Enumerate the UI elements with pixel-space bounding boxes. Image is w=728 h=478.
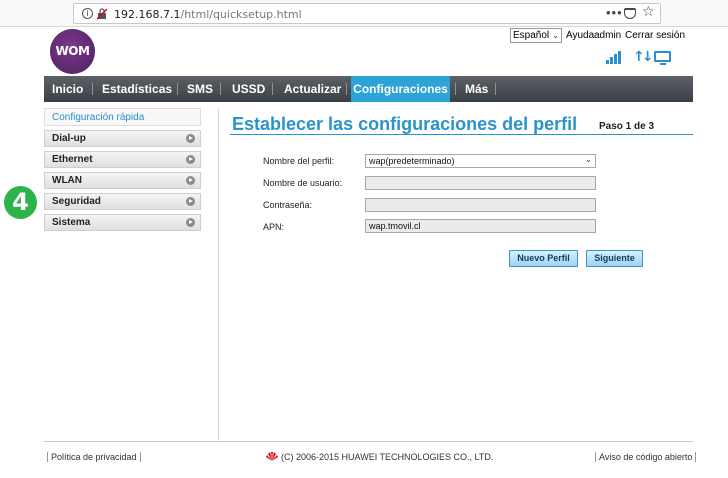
nav-configuraciones[interactable]: Configuraciones	[351, 76, 450, 102]
page-actions-icon[interactable]: •••	[606, 5, 623, 20]
username-field[interactable]	[365, 176, 596, 190]
bookmark-star-icon[interactable]: ☆	[642, 4, 655, 20]
content-divider	[218, 108, 219, 441]
sidebar-item-label: Sistema	[52, 217, 91, 228]
huawei-logo-icon	[266, 452, 278, 461]
open-source-notice-link[interactable]: Aviso de código abierto	[595, 452, 697, 462]
copyright-text: (C) 2006-2015 HUAWEI TECHNOLOGIES CO., L…	[281, 452, 494, 462]
signal-strength-icon	[606, 50, 624, 64]
sidebar-item-ethernet[interactable]: Ethernet	[44, 151, 201, 168]
chevron-down-icon: ⌄	[552, 31, 559, 40]
nav-mas[interactable]: Más	[465, 76, 488, 102]
apn-label: APN:	[263, 222, 285, 232]
page-title: Establecer las configuraciones del perfi…	[232, 114, 578, 134]
arrow-right-icon	[186, 176, 195, 185]
next-button[interactable]: Siguiente	[586, 250, 643, 267]
sidebar-item-label: Seguridad	[52, 196, 101, 207]
address-bar[interactable]: i 192.168.7.1/html/quicksetup.html ••• ☆	[73, 3, 661, 24]
sidebar-item-wlan[interactable]: WLAN	[44, 172, 201, 189]
sidebar-item-label: Ethernet	[52, 154, 93, 165]
nav-sms[interactable]: SMS	[187, 76, 213, 102]
sidebar-item-label: Configuración rápida	[52, 112, 145, 123]
main-nav: Inicio Estadísticas SMS USSD Actualizar …	[44, 76, 693, 102]
password-field[interactable]	[365, 198, 596, 212]
data-transfer-icon: ↑↓	[633, 49, 654, 65]
arrow-right-icon	[186, 197, 195, 206]
nav-actualizar[interactable]: Actualizar	[284, 76, 341, 102]
url-path: /html/quicksetup.html	[180, 8, 302, 21]
nav-inicio[interactable]: Inicio	[52, 76, 83, 102]
sidebar-item-configuracion-rapida[interactable]: Configuración rápida	[44, 108, 201, 126]
sidebar-item-label: WLAN	[52, 175, 82, 186]
profile-name-value: wap(predeterminado)	[369, 156, 455, 166]
password-label: Contraseña:	[263, 200, 313, 210]
pocket-icon[interactable]	[624, 8, 636, 19]
url-host: 192.168.7.1	[114, 8, 181, 21]
username-label: Nombre de usuario:	[263, 178, 343, 188]
logout-link[interactable]: Cerrar sesión	[625, 30, 685, 41]
sidebar-item-dial-up[interactable]: Dial-up	[44, 130, 201, 147]
footer-divider	[44, 441, 693, 442]
nav-ussd[interactable]: USSD	[232, 76, 265, 102]
step-indicator: Paso 1 de 3	[599, 121, 655, 132]
sidebar-item-label: Dial-up	[52, 133, 86, 144]
sidebar-item-sistema[interactable]: Sistema	[44, 214, 201, 231]
url-text[interactable]: 192.168.7.1/html/quicksetup.html	[114, 8, 302, 21]
new-profile-button[interactable]: Nuevo Perfil	[509, 250, 578, 267]
arrow-right-icon	[186, 218, 195, 227]
chevron-down-icon: ⌄	[585, 155, 592, 164]
nav-estadisticas[interactable]: Estadísticas	[102, 76, 172, 102]
arrow-right-icon	[186, 134, 195, 143]
browser-toolbar: i 192.168.7.1/html/quicksetup.html ••• ☆	[0, 0, 728, 27]
privacy-link[interactable]: Política de privacidad	[47, 452, 141, 462]
wom-logo: WOM	[50, 29, 95, 74]
title-divider	[230, 134, 693, 135]
user-link[interactable]: admin	[594, 30, 621, 41]
profile-name-select[interactable]: wap(predeterminado) ⌄	[365, 154, 596, 168]
help-link[interactable]: Ayuda	[566, 30, 594, 41]
insecure-lock-icon[interactable]	[97, 8, 107, 20]
connected-device-icon	[654, 51, 671, 65]
info-icon[interactable]: i	[82, 8, 93, 19]
arrow-right-icon	[186, 155, 195, 164]
step-number-badge: 4	[4, 186, 37, 219]
profile-name-label: Nombre del perfil:	[263, 156, 335, 166]
apn-field[interactable]: wap.tmovil.cl	[365, 219, 596, 233]
language-value: Español	[513, 30, 550, 41]
language-select[interactable]: Español ⌄	[510, 28, 562, 43]
sidebar-item-seguridad[interactable]: Seguridad	[44, 193, 201, 210]
